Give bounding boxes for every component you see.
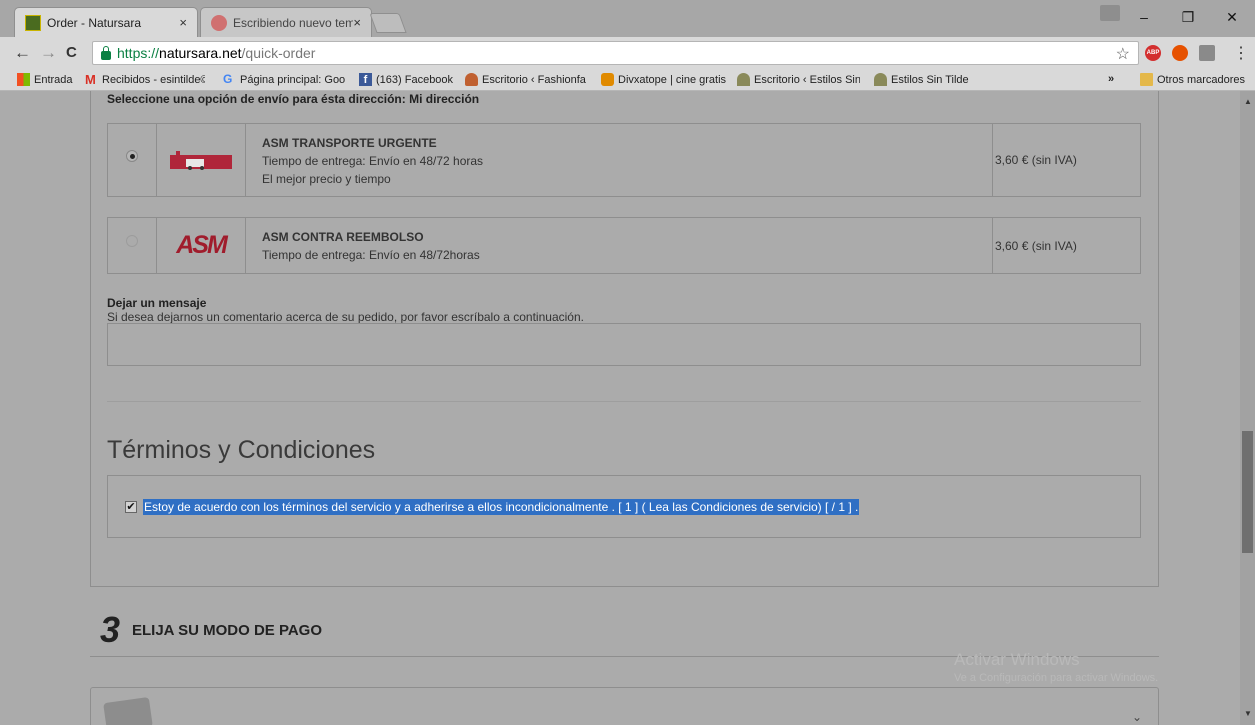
bookmark-label: Entrada — [34, 73, 73, 86]
windows-icon — [17, 73, 30, 86]
browser-menu-icon[interactable]: ⋮ — [1233, 43, 1249, 63]
adblock-icon[interactable]: ABP — [1145, 45, 1161, 61]
bookmark-label: Página principal: Goo — [240, 73, 346, 86]
tab-close-icon[interactable]: × — [353, 15, 361, 30]
terms-checkbox[interactable]: ✔ — [125, 501, 137, 513]
terms-agreement-text[interactable]: Estoy de acuerdo con los términos del se… — [143, 499, 860, 515]
bookmark-label: Divxatope | cine gratis — [618, 73, 727, 86]
restore-button[interactable]: ❐ — [1166, 0, 1210, 34]
browser-toolbar: ← → C https://natursara.net/quick-order … — [0, 37, 1255, 69]
page-scrollbar[interactable]: ▲ ▼ — [1240, 91, 1255, 725]
message-description: Si desea dejarnos un comentario acerca d… — [107, 310, 584, 324]
bookmark-divxatope[interactable]: Divxatope | cine gratis — [601, 73, 729, 86]
shipping-option-name: ASM CONTRA REEMBOLSO — [262, 230, 424, 244]
bookmark-recibidos[interactable]: M Recibidos - esintilde© — [85, 73, 205, 86]
shipping-option-name: ASM TRANSPORTE URGENTE — [262, 136, 437, 150]
address-bar[interactable]: https://natursara.net/quick-order ☆ — [92, 41, 1139, 65]
carrier-logo-cell: ASM — [157, 218, 246, 273]
google-icon: G — [223, 73, 233, 86]
bookmarks-overflow-button[interactable]: » — [1108, 73, 1114, 85]
shipping-delivery-time: Tiempo de entrega: Envío en 48/72 horas — [262, 154, 484, 168]
section-divider — [107, 401, 1141, 402]
tab-order-natursara[interactable]: Order - Natursara × — [14, 7, 198, 37]
extension-fire-icon[interactable] — [1172, 45, 1188, 61]
close-window-button[interactable]: ✕ — [1210, 0, 1254, 34]
gmail-icon: M — [85, 73, 96, 86]
bookmark-label: Estilos Sin Tilde — [891, 73, 969, 86]
page-content: Seleccione una opción de envío para ésta… — [8, 91, 1240, 725]
shipping-heading: Seleccione una opción de envío para ésta… — [107, 92, 480, 106]
bookmark-fashionfa[interactable]: Escritorio ‹ Fashionfa — [465, 73, 590, 86]
message-title: Dejar un mensaje — [107, 296, 207, 310]
shipping-radio-reembolso[interactable] — [126, 235, 138, 247]
scroll-down-arrow-icon[interactable]: ▼ — [1244, 709, 1252, 718]
chevron-down-icon[interactable]: ⌄ — [1132, 710, 1142, 724]
bookmark-estilos-escritorio[interactable]: Escritorio ‹ Estilos Sin — [737, 73, 860, 86]
extension-puzzle-icon[interactable] — [1199, 45, 1215, 61]
credit-card-icon — [103, 696, 153, 725]
shipping-tagline: El mejor precio y tiempo — [262, 172, 391, 186]
windows-activation-watermark: Activar Windows — [954, 650, 1080, 669]
bookmark-label: Recibidos - esintilde© — [102, 73, 205, 86]
back-button[interactable]: ← — [14, 43, 31, 63]
payment-method-box[interactable]: ⌄ — [90, 687, 1159, 725]
bookmark-label: Otros marcadores — [1157, 73, 1246, 86]
new-tab-button[interactable] — [369, 13, 407, 33]
bookmark-label: Escritorio ‹ Estilos Sin — [754, 73, 860, 86]
asm-truck-logo-icon — [170, 151, 232, 170]
shipping-option-urgente[interactable]: ASM TRANSPORTE URGENTE Tiempo de entrega… — [107, 123, 1141, 197]
folder-icon — [1140, 73, 1153, 86]
tab-escribiendo[interactable]: Escribiendo nuevo tema × — [200, 7, 372, 37]
tab-title: Order - Natursara — [47, 15, 142, 30]
step-number: 3 — [100, 609, 121, 650]
bookmark-entrada[interactable]: Entrada — [17, 73, 73, 86]
shipping-price: 3,60 € (sin IVA) — [995, 238, 1077, 253]
windows-activation-hint: Ve a Configuración para activar Windows. — [954, 672, 1159, 684]
natursara-favicon-icon — [25, 14, 41, 31]
shipping-option-reembolso[interactable]: ASM ASM CONTRA REEMBOLSO Tiempo de entre… — [107, 217, 1141, 274]
tree-icon — [737, 73, 750, 86]
bookmark-estilos-sin-tilde[interactable]: Estilos Sin Tilde — [874, 73, 969, 86]
bookmark-label: Escritorio ‹ Fashionfa — [482, 73, 586, 86]
bookmark-facebook[interactable]: f (163) Facebook — [359, 73, 453, 86]
facebook-icon: f — [359, 73, 372, 86]
user-icon — [465, 73, 478, 86]
shipping-delivery-time: Tiempo de entrega: Envío en 48/72horas — [262, 248, 480, 262]
lock-icon — [101, 45, 111, 60]
carrier-logo-cell — [157, 124, 246, 196]
url-scheme: https:// — [117, 45, 160, 61]
forward-button[interactable]: → — [40, 43, 57, 63]
terms-box: ✔ Estoy de acuerdo con los términos del … — [107, 475, 1141, 538]
tab-close-icon[interactable]: × — [179, 15, 187, 30]
shipping-info-cell: ASM TRANSPORTE URGENTE Tiempo de entrega… — [246, 124, 993, 196]
shipping-info-cell: ASM CONTRA REEMBOLSO Tiempo de entrega: … — [246, 218, 993, 273]
tab-title: Escribiendo nuevo tema — [233, 15, 353, 30]
bookmarks-bar: Entrada M Recibidos - esintilde© G Págin… — [0, 69, 1255, 91]
scroll-up-arrow-icon[interactable]: ▲ — [1244, 97, 1252, 106]
scroll-thumb[interactable] — [1242, 431, 1253, 553]
forum-favicon-icon — [211, 14, 227, 31]
bookmark-google[interactable]: G Página principal: Goo — [223, 73, 346, 86]
profile-icon[interactable] — [1100, 5, 1120, 21]
terms-title: Términos y Condiciones — [107, 436, 376, 464]
asm-logo-icon: ASM — [176, 231, 228, 259]
tree-icon — [874, 73, 887, 86]
shipping-price: 3,60 € (sin IVA) — [995, 153, 1077, 167]
shipping-radio-urgente[interactable] — [126, 150, 138, 162]
bookmark-label: (163) Facebook — [376, 73, 454, 86]
message-textarea[interactable] — [107, 323, 1141, 366]
minimize-button[interactable]: – — [1122, 0, 1166, 34]
payment-step-title: ELIJA SU MODO DE PAGO — [132, 622, 323, 639]
url-path: /quick-order — [241, 45, 316, 61]
shipping-radio-cell — [108, 124, 157, 196]
bookmark-star-icon[interactable]: ☆ — [1116, 44, 1130, 64]
url-domain: natursara.net — [159, 45, 242, 61]
shipping-radio-cell — [108, 218, 157, 273]
reload-button[interactable]: C — [66, 44, 77, 61]
tab-strip: Order - Natursara × Escribiendo nuevo te… — [0, 0, 1255, 37]
divx-icon — [601, 73, 614, 86]
other-bookmarks-folder[interactable]: Otros marcadores — [1140, 73, 1245, 86]
